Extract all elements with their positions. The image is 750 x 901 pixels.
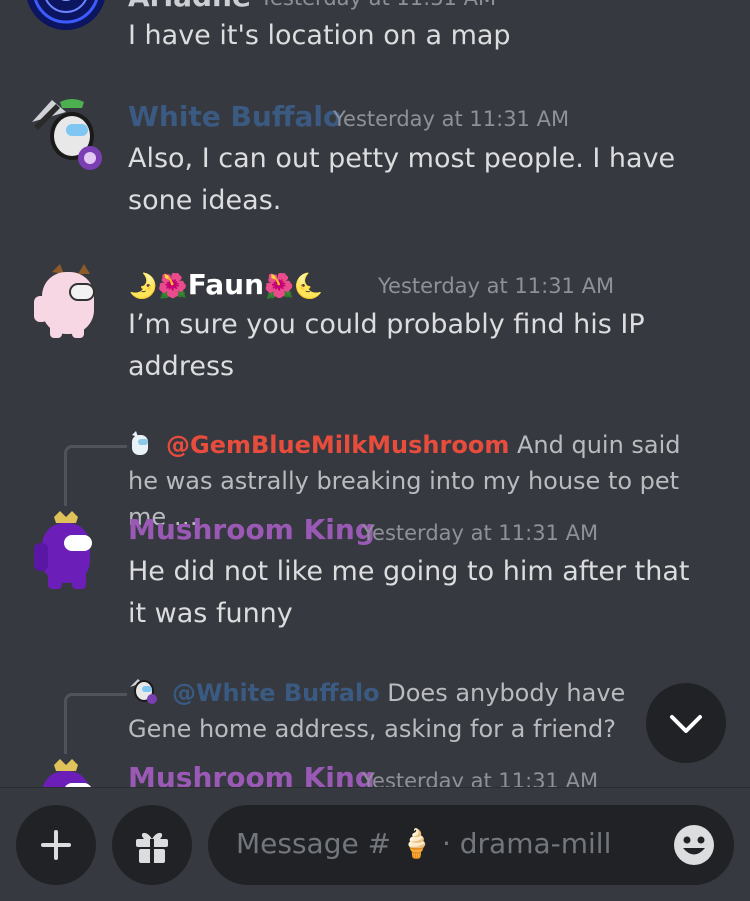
discord-chat-screen: Ariadne Yesterday at 11:31 AM I have it'… <box>0 0 750 901</box>
user-avatar[interactable] <box>26 0 106 30</box>
author-decoration-suffix: 🌺🌜 <box>264 272 324 300</box>
avatar-image <box>34 264 95 338</box>
add-attachment-button[interactable] <box>16 805 96 885</box>
author-name[interactable]: White Buffalo <box>128 100 342 133</box>
avatar-image <box>34 511 92 589</box>
message-item: @White Buffalo Does anybody have Gene ho… <box>0 673 750 787</box>
message-item: White Buffalo Yesterday at 11:31 AM Also… <box>0 96 750 226</box>
author-name-text: Faun <box>187 268 265 301</box>
author-decoration-prefix: 🌛🌺 <box>128 272 188 300</box>
message-item: 🌛🌺Faun🌺🌜 Yesterday at 11:31 AM I’m sure … <box>0 262 750 392</box>
channel-emoji: 🍦 <box>399 827 434 860</box>
gift-icon <box>136 832 168 863</box>
message-item: Ariadne Yesterday at 11:31 AM I have it'… <box>0 0 750 70</box>
user-avatar[interactable] <box>26 759 106 787</box>
message-timestamp: Yesterday at 11:31 AM <box>362 521 599 545</box>
message-composer: Message # 🍦 · drama-mill <box>0 787 750 901</box>
reply-avatar-icon <box>132 431 148 455</box>
reply-mention[interactable]: @White Buffalo <box>172 679 380 707</box>
author-name[interactable]: 🌛🌺Faun🌺🌜 <box>128 268 324 301</box>
placeholder-prefix: Message # <box>236 827 392 860</box>
jump-to-bottom-button[interactable] <box>646 683 726 763</box>
avatar-image <box>32 99 102 170</box>
message-timestamp: Yesterday at 11:31 AM <box>378 274 615 298</box>
author-name[interactable]: Mushroom King <box>128 761 375 787</box>
reply-avatar-icon <box>130 679 157 704</box>
user-avatar[interactable] <box>26 511 106 591</box>
channel-name: · drama-mill <box>441 827 612 860</box>
avatar-image <box>27 0 105 30</box>
author-name[interactable]: Mushroom King <box>128 513 375 546</box>
avatar-image <box>42 759 91 787</box>
reply-preview[interactable]: @White Buffalo Does anybody have Gene ho… <box>128 675 668 747</box>
chevron-down-icon <box>670 715 702 733</box>
message-timestamp: Yesterday at 11:31 AM <box>260 0 496 10</box>
smiley-icon <box>674 825 714 865</box>
user-avatar[interactable] <box>26 262 106 342</box>
message-text[interactable]: I’m sure you could probably find his IP … <box>128 304 648 388</box>
user-avatar[interactable] <box>26 96 106 176</box>
message-text[interactable]: I have it's location on a map <box>128 15 728 57</box>
gift-button[interactable] <box>112 805 192 885</box>
message-timestamp: Yesterday at 11:31 AM <box>333 107 570 131</box>
message-timestamp: Yesterday at 11:31 AM <box>362 769 599 787</box>
reply-mention[interactable]: @GemBlueMilkMushroom <box>166 431 509 459</box>
message-list[interactable]: Ariadne Yesterday at 11:31 AM I have it'… <box>0 0 750 787</box>
author-name[interactable]: Ariadne <box>128 0 251 13</box>
message-text[interactable]: Also, I can out petty most people. I hav… <box>128 138 688 222</box>
message-input-placeholder: Message # 🍦 · drama-mill <box>236 827 611 860</box>
reply-connector <box>64 693 127 754</box>
emoji-button[interactable] <box>672 823 716 867</box>
plus-icon <box>41 830 71 860</box>
message-text[interactable]: He did not like me going to him after th… <box>128 551 708 635</box>
message-input[interactable]: Message # 🍦 · drama-mill <box>208 805 734 885</box>
message-item: @GemBlueMilkMushroom And quin said he wa… <box>0 425 750 645</box>
reply-connector <box>64 445 127 506</box>
